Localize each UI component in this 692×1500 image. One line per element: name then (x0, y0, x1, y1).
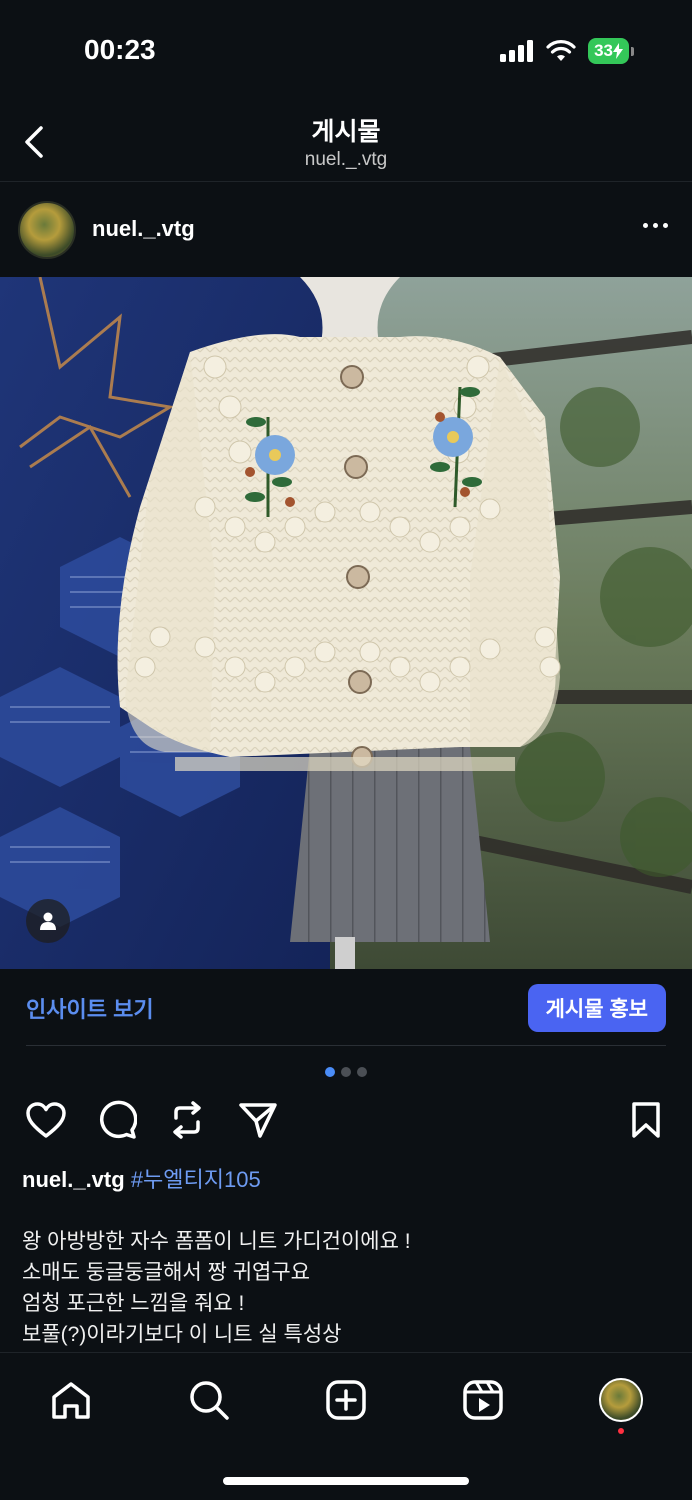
signal-icon (500, 40, 534, 62)
caption-line: 왕 아방방한 자수 폼폼이 니트 가디건이에요 ! (22, 1230, 411, 1253)
nav-profile[interactable] (596, 1375, 646, 1425)
carousel-indicator (0, 1067, 692, 1077)
battery-level: 33 (594, 41, 613, 60)
post-username[interactable]: nuel._.vtg (92, 216, 195, 242)
status-icons: 33 (500, 38, 634, 64)
caption-header: nuel._.vtg #누엘티지105 (22, 1162, 261, 1194)
status-bar: 00:23 33 (0, 0, 692, 100)
promote-post-button[interactable]: 게시물 홍보 (527, 984, 666, 1032)
bookmark-icon (632, 1102, 660, 1138)
caption-line: 엄청 포근한 느낌을 줘요 ! (22, 1292, 245, 1315)
reels-icon (463, 1380, 503, 1420)
post-actions (0, 1098, 692, 1146)
nav-reels[interactable] (458, 1375, 508, 1425)
repost-button[interactable] (165, 1098, 209, 1142)
like-button[interactable] (24, 1098, 68, 1142)
status-time: 00:23 (84, 34, 156, 65)
nav-create[interactable] (321, 1375, 371, 1425)
avatar[interactable] (18, 201, 76, 259)
insight-row: 인사이트 보기 게시물 홍보 (0, 970, 692, 1046)
post-photo (0, 277, 692, 969)
page-subtitle: nuel._.vtg (304, 149, 388, 170)
comment-button[interactable] (95, 1098, 139, 1142)
post-author-row: nuel._.vtg (0, 183, 692, 277)
nav-search[interactable] (184, 1375, 234, 1425)
heart-icon (26, 1102, 66, 1138)
caption-line: 보풀(?)이라기보다 이 니트 실 특성상 (22, 1323, 342, 1346)
more-options-button[interactable] (643, 223, 668, 228)
carousel-dot (357, 1067, 367, 1077)
comment-icon (100, 1100, 137, 1139)
wifi-icon (546, 40, 576, 61)
repost-icon (173, 1101, 201, 1139)
battery-indicator: 33 (588, 38, 629, 64)
bottom-nav (0, 1352, 692, 1500)
save-button[interactable] (624, 1098, 668, 1142)
divider (26, 1045, 666, 1046)
caption-line: 소매도 둥글둥글해서 짱 귀엽구요 (22, 1261, 310, 1284)
post-header-bar: 게시물 nuel._.vtg (0, 100, 692, 182)
page-title: 게시물 (311, 118, 381, 146)
post-image[interactable] (0, 277, 692, 969)
home-indicator (223, 1477, 469, 1485)
notification-dot (618, 1428, 624, 1434)
share-button[interactable] (236, 1098, 280, 1142)
avatar (599, 1378, 643, 1422)
nav-home[interactable] (46, 1375, 96, 1425)
more-icon (643, 223, 648, 228)
caption-username[interactable]: nuel._.vtg (22, 1167, 125, 1192)
home-icon (52, 1382, 90, 1419)
battery-tip (631, 46, 634, 56)
caption-hashtag[interactable]: #누엘티지105 (131, 1167, 261, 1192)
share-icon (239, 1103, 277, 1138)
tagged-people-button[interactable] (26, 899, 70, 943)
create-icon (326, 1380, 366, 1420)
carousel-dot (341, 1067, 351, 1077)
view-insights-link[interactable]: 인사이트 보기 (26, 992, 154, 1024)
caption-text: 왕 아방방한 자수 폼폼이 니트 가디건이에요 ! 소매도 둥글둥글해서 짱 귀… (22, 1226, 672, 1350)
carousel-dot-active (325, 1067, 335, 1077)
search-icon (190, 1381, 229, 1420)
charging-icon (613, 43, 623, 59)
person-icon (40, 912, 56, 930)
